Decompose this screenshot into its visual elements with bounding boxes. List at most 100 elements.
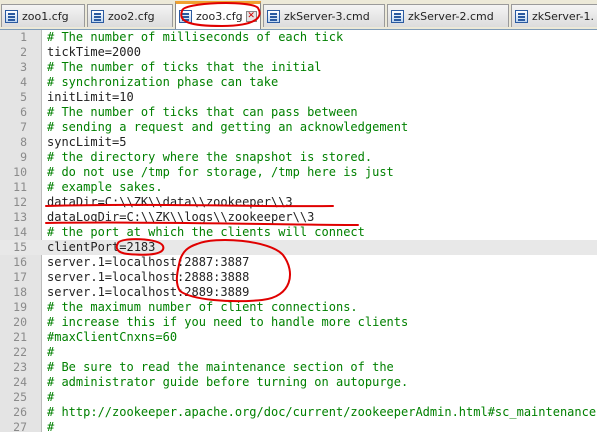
line-number: 5 [20,90,27,104]
code-line[interactable]: 17 server.1=localhost:2888:3888 [0,270,597,285]
line-number: 26 [13,405,27,419]
code-line[interactable]: 18 server.1=localhost:2889:3889 [0,285,597,300]
line-text: #maxClientCnxns=60 [47,330,178,344]
line-text: server.1=localhost:2888:3888 [47,270,250,284]
line-text: # the port at which the clients will con… [47,225,365,239]
code-line[interactable]: 26 # http://zookeeper.apache.org/doc/curr… [0,405,597,420]
line-text: # increase this if you need to handle mo… [47,315,409,329]
line-number: 15 [13,240,27,254]
line-text: server.1=localhost:2887:3887 [47,255,250,269]
code-lines: 1 # The number of milliseconds of each ti… [0,30,597,432]
tab-label: zkServer-2.cmd [408,9,494,23]
line-text: # The number of ticks that can pass betw… [47,105,358,119]
code-line[interactable]: 11 # example sakes. [0,180,597,195]
code-line[interactable]: 4 # synchronization phase can take [0,75,597,90]
line-text: syncLimit=5 [47,135,127,149]
line-number: 3 [20,60,27,74]
line-text: # [47,345,55,359]
tab-label: zoo2.cfg [108,9,155,23]
code-line[interactable]: 8 syncLimit=5 [0,135,597,150]
line-number: 13 [13,210,27,224]
code-line[interactable]: 12 dataDir=C:\\ZK\\data\\zookeeper\\3 [0,195,597,210]
tab-label: zkServer-1. [532,9,594,23]
line-number: 11 [13,180,27,194]
line-number: 18 [13,285,27,299]
line-text: dataDir=C:\\ZK\\data\\zookeeper\\3 [47,195,293,209]
editor-area[interactable]: 1 # The number of milliseconds of each ti… [0,30,597,432]
tab-bar: zoo1.cfg zoo2.cfg zoo3.cfg ✕ zkServer-3.… [0,0,597,30]
code-line[interactable]: 13 dataLogDir=C:\\ZK\\logs\\zookeeper\\3 [0,210,597,225]
line-number: 8 [20,135,27,149]
code-line[interactable]: 15 clientPort=2183 [0,240,597,255]
line-text: # http://zookeeper.apache.org/doc/curren… [47,405,597,419]
line-text: server.1=localhost:2889:3889 [47,285,250,299]
line-number: 14 [13,225,27,239]
line-number: 27 [13,420,27,432]
line-number: 24 [13,375,27,389]
code-line[interactable]: 16 server.1=localhost:2887:3887 [0,255,597,270]
tab-zoo3-cfg[interactable]: zoo3.cfg ✕ [175,1,261,29]
tab-zkserver-2-cmd[interactable]: zkServer-2.cmd [387,4,509,27]
line-text: # do not use /tmp for storage, /tmp here… [47,165,394,179]
file-icon [91,9,104,23]
line-number: 19 [13,300,27,314]
line-text: # The number of milliseconds of each tic… [47,30,344,44]
line-text: # synchronization phase can take [47,75,279,89]
tab-label: zkServer-3.cmd [284,9,370,23]
code-line[interactable]: 10 # do not use /tmp for storage, /tmp he… [0,165,597,180]
tab-zoo1-cfg[interactable]: zoo1.cfg [1,4,85,27]
line-text: # administrator guide before turning on … [47,375,409,389]
file-icon [5,9,18,23]
code-line[interactable]: 21 #maxClientCnxns=60 [0,330,597,345]
line-number: 10 [13,165,27,179]
code-line[interactable]: 1 # The number of milliseconds of each ti… [0,30,597,45]
code-line[interactable]: 27 # [0,420,597,432]
line-number: 1 [20,30,27,44]
file-icon [179,10,192,23]
line-text: # the directory where the snapshot is st… [47,150,373,164]
code-line[interactable]: 5 initLimit=10 [0,90,597,105]
line-number: 2 [20,45,27,59]
line-number: 25 [13,390,27,404]
line-number: 21 [13,330,27,344]
code-line[interactable]: 19 # the maximum number of client connect… [0,300,597,315]
tab-zkserver-3-cmd[interactable]: zkServer-3.cmd [263,4,385,27]
line-text: # the maximum number of client connectio… [47,300,358,314]
file-icon [391,9,404,23]
line-text: clientPort=2183 [47,240,156,254]
code-line[interactable]: 20 # increase this if you need to handle … [0,315,597,330]
code-line[interactable]: 24 # administrator guide before turning o… [0,375,597,390]
line-text: # sending a request and getting an ackno… [47,120,409,134]
line-text: initLimit=10 [47,90,134,104]
line-number: 17 [13,270,27,284]
line-number: 6 [20,105,27,119]
code-line[interactable]: 3 # The number of ticks that the initial [0,60,597,75]
code-line[interactable]: 6 # The number of ticks that can pass bet… [0,105,597,120]
line-text: # [47,390,55,404]
file-icon [267,9,280,23]
code-line[interactable]: 23 # Be sure to read the maintenance sect… [0,360,597,375]
line-number: 20 [13,315,27,329]
line-number: 12 [13,195,27,209]
line-number: 16 [13,255,27,269]
close-icon[interactable]: ✕ [245,11,257,22]
code-line[interactable]: 14 # the port at which the clients will c… [0,225,597,240]
line-number: 22 [13,345,27,359]
code-line[interactable]: 22 # [0,345,597,360]
line-number: 9 [20,150,27,164]
line-text: # Be sure to read the maintenance sectio… [47,360,394,374]
line-number: 7 [20,120,27,134]
tab-label: zoo1.cfg [22,9,69,23]
code-line[interactable]: 7 # sending a request and getting an ackn… [0,120,597,135]
file-icon [515,9,528,23]
code-line[interactable]: 9 # the directory where the snapshot is s… [0,150,597,165]
tab-zkserver-1-cmd[interactable]: zkServer-1. [511,4,597,27]
line-number: 23 [13,360,27,374]
line-number: 4 [20,75,27,89]
code-line[interactable]: 25 # [0,390,597,405]
tab-zoo2-cfg[interactable]: zoo2.cfg [87,4,173,27]
line-text: # The number of ticks that the initial [47,60,322,74]
line-text: # [47,420,55,432]
line-text: dataLogDir=C:\\ZK\\logs\\zookeeper\\3 [47,210,315,224]
code-line[interactable]: 2 tickTime=2000 [0,45,597,60]
